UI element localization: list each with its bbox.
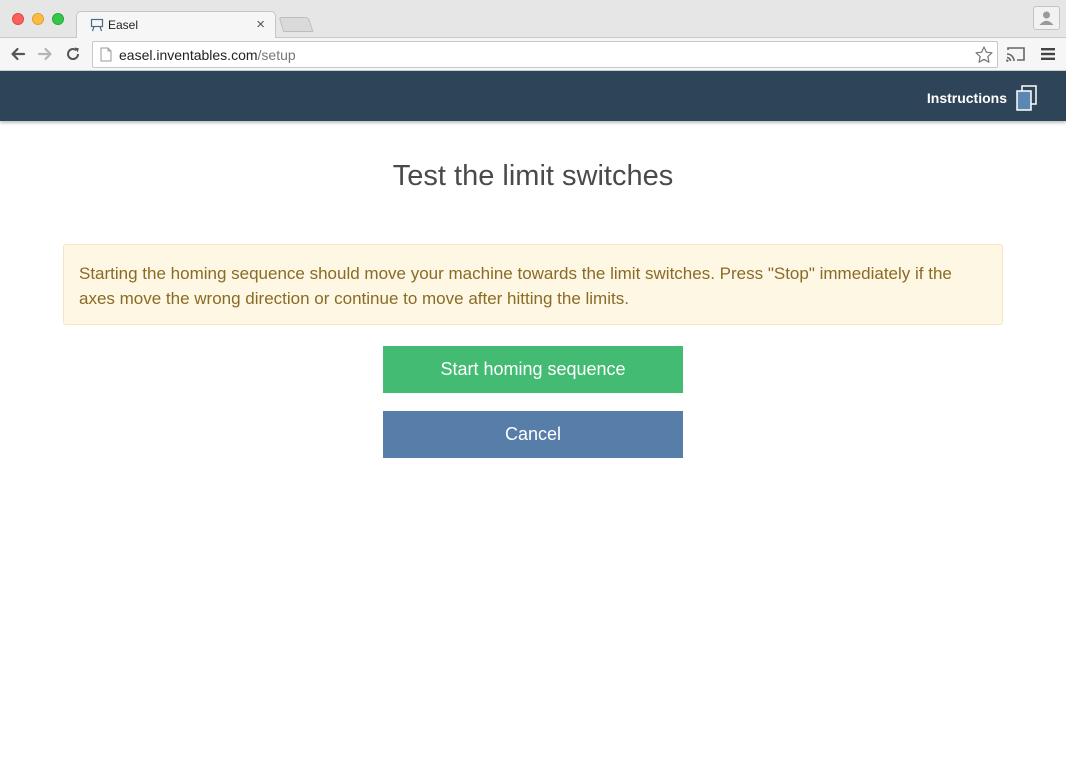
url-text: easel.inventables.com/setup — [119, 47, 296, 63]
new-tab-button[interactable] — [278, 17, 314, 32]
url-path: /setup — [257, 47, 296, 63]
start-homing-button[interactable]: Start homing sequence — [383, 346, 683, 393]
menu-icon[interactable] — [1038, 45, 1058, 63]
profile-button[interactable] — [1033, 6, 1060, 30]
reload-icon[interactable] — [63, 44, 83, 64]
page-icon — [100, 47, 112, 62]
app-header: Instructions — [0, 71, 1066, 121]
cast-icon[interactable] — [1005, 45, 1027, 63]
warning-alert: Starting the homing sequence should move… — [63, 244, 1003, 325]
window-minimize-button[interactable] — [32, 13, 44, 25]
back-arrow-icon[interactable] — [8, 44, 28, 64]
address-bar[interactable]: easel.inventables.com/setup — [92, 41, 998, 68]
cancel-button[interactable]: Cancel — [383, 411, 683, 458]
instructions-label: Instructions — [926, 90, 1007, 106]
copy-pages-icon — [1016, 85, 1037, 111]
tab-title: Easel — [108, 18, 139, 32]
easel-favicon-icon — [90, 18, 104, 32]
bookmark-star-icon[interactable] — [974, 45, 994, 65]
forward-arrow-icon[interactable] — [35, 44, 55, 64]
person-icon — [1039, 11, 1054, 25]
browser-tab-strip: Easel × — [0, 0, 1066, 39]
tab-close-icon[interactable]: × — [256, 16, 265, 33]
browser-tab[interactable]: Easel × — [76, 11, 276, 39]
url-host: easel.inventables.com — [119, 47, 258, 63]
window-maximize-button[interactable] — [52, 13, 64, 25]
instructions-button[interactable]: Instructions — [927, 85, 1038, 111]
window-close-button[interactable] — [12, 13, 24, 25]
page-title: Test the limit switches — [392, 160, 674, 192]
browser-toolbar: easel.inventables.com/setup — [0, 38, 1066, 71]
